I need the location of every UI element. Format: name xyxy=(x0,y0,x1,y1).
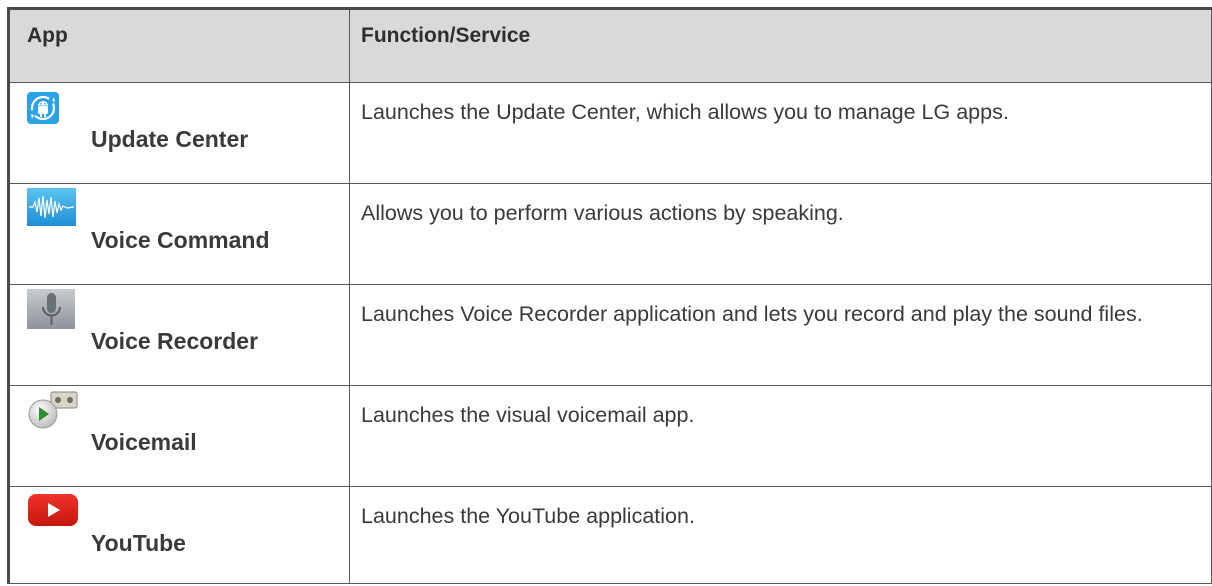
youtube-icon xyxy=(27,493,79,532)
app-name-voicemail: Voicemail xyxy=(91,429,197,455)
function-cell: Launches the YouTube application. xyxy=(349,486,1212,584)
update-center-icon xyxy=(27,92,59,129)
app-cell-voice-command: Voice Command xyxy=(7,183,350,285)
header-function: Function/Service xyxy=(349,7,1212,83)
app-name-update-center: Update Center xyxy=(91,126,249,152)
header-app: App xyxy=(7,7,350,83)
function-cell: Launches Voice Recorder application and … xyxy=(349,284,1212,386)
function-text: Launches Voice Recorder application and … xyxy=(361,302,1143,326)
header-app-label: App xyxy=(27,24,68,47)
header-function-label: Function/Service xyxy=(361,24,531,47)
function-cell: Allows you to perform various actions by… xyxy=(349,183,1212,285)
app-cell-youtube: YouTube xyxy=(7,486,350,584)
voice-recorder-icon xyxy=(27,289,75,334)
table-header-row: App Function/Service xyxy=(7,7,1212,83)
app-cell-voicemail: Voicemail xyxy=(7,385,350,487)
app-name-voice-recorder: Voice Recorder xyxy=(91,328,259,354)
app-cell-update-center: Update Center xyxy=(7,82,350,184)
app-cell-voice-recorder: Voice Recorder xyxy=(7,284,350,386)
voicemail-icon xyxy=(27,390,79,435)
function-text: Launches the YouTube application. xyxy=(361,504,695,528)
app-name-voice-command: Voice Command xyxy=(91,227,270,253)
function-text: Allows you to perform various actions by… xyxy=(361,201,844,225)
table-row: Voicemail Launches the visual voicemail … xyxy=(7,385,1212,487)
table-row: Voice Recorder Launches Voice Recorder a… xyxy=(7,284,1212,386)
app-name-youtube: YouTube xyxy=(91,530,186,556)
table-row: YouTube Launches the YouTube application… xyxy=(7,486,1212,584)
function-text: Launches the visual voicemail app. xyxy=(361,403,695,427)
table-row: Voice Command Allows you to perform vari… xyxy=(7,183,1212,285)
function-cell: Launches the Update Center, which allows… xyxy=(349,82,1212,184)
apps-table: App Function/Service Update Center Launc… xyxy=(7,7,1212,584)
voice-command-icon xyxy=(27,188,76,231)
function-cell: Launches the visual voicemail app. xyxy=(349,385,1212,487)
function-text: Launches the Update Center, which allows… xyxy=(361,100,1009,124)
apps-table-container: App Function/Service Update Center Launc… xyxy=(7,7,1212,584)
table-row: Update Center Launches the Update Center… xyxy=(7,82,1212,184)
